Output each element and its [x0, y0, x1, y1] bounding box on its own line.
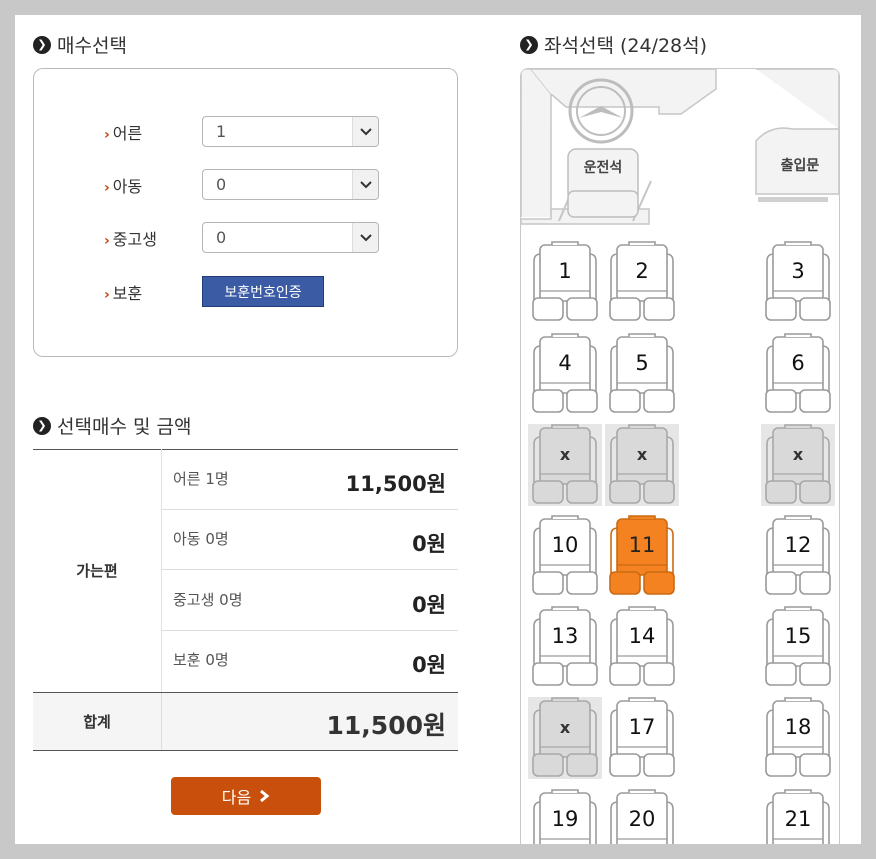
- adult-label: 어른: [112, 123, 143, 143]
- student-count-select[interactable]: 0: [202, 222, 379, 253]
- seat-number: 21: [784, 807, 812, 831]
- price-row-label: 아동 0명: [173, 530, 229, 548]
- seat-number: 13: [551, 624, 579, 648]
- seat[interactable]: 21: [761, 789, 835, 844]
- arrow-icon: ›: [104, 232, 110, 249]
- arrow-icon: ›: [104, 286, 110, 303]
- price-row-label: 어른 1명: [173, 470, 229, 488]
- total-row: 합계 11,500원: [33, 692, 458, 751]
- seat[interactable]: 1: [528, 241, 602, 323]
- summary-heading: ❯ 선택매수 및 금액: [33, 412, 191, 439]
- veteran-auth-button[interactable]: 보훈번호인증: [202, 276, 324, 307]
- seat-select-title: 좌석선택 (24/28석): [544, 35, 708, 57]
- next-button[interactable]: 다음: [171, 777, 321, 815]
- child-count-select[interactable]: 0: [202, 169, 379, 200]
- ticket-count-heading: ❯ 매수선택: [33, 31, 127, 58]
- seat-number: 15: [784, 624, 812, 648]
- ticket-count-title: 매수선택: [57, 35, 127, 57]
- seat[interactable]: 17: [605, 697, 679, 779]
- price-row: 아동 0명 0원: [161, 510, 458, 570]
- total-amount: 11,500원: [326, 711, 446, 740]
- seat-map: 운전석 출입문 1 2 3 4 5 6 x x x 10 11 12 13 14 15 x 17 18 19 20 21: [520, 68, 840, 844]
- seat[interactable]: 15: [761, 606, 835, 688]
- chevron-down-icon: [352, 223, 378, 252]
- chevron-down-icon: [352, 170, 378, 199]
- direction-label: 가는편: [33, 449, 162, 692]
- seat[interactable]: 20: [605, 789, 679, 844]
- seat-number: 4: [558, 351, 572, 375]
- adult-count-value: 1: [216, 122, 227, 141]
- door-label: 출입문: [780, 158, 820, 174]
- price-row: 어른 1명 11,500원: [161, 450, 458, 510]
- seat[interactable]: 3: [761, 241, 835, 323]
- seat[interactable]: 4: [528, 333, 602, 415]
- seat-number: 12: [784, 533, 812, 557]
- seat-number: x: [792, 444, 804, 464]
- seat-number: 1: [558, 259, 572, 283]
- seat-number: 10: [551, 533, 579, 557]
- adult-count-select[interactable]: 1: [202, 116, 379, 147]
- seat-sold: x: [761, 424, 835, 506]
- seat[interactable]: 13: [528, 606, 602, 688]
- seat-sold: x: [528, 697, 602, 779]
- seat-sold: x: [528, 424, 602, 506]
- seat-selected[interactable]: 11: [605, 515, 679, 597]
- ticket-count-box: › 어른 1 › 아동 0 › 중고생 0 › 보훈 보훈번호인증: [33, 68, 458, 357]
- seat[interactable]: 14: [605, 606, 679, 688]
- child-row: › 아동 0: [104, 169, 379, 200]
- seat-number: x: [559, 717, 571, 737]
- price-row: 중고생 0명 0원: [161, 571, 458, 631]
- arrow-icon: ›: [104, 179, 110, 196]
- chevron-right-icon: [260, 789, 270, 803]
- veteran-label: 보훈: [112, 283, 143, 303]
- total-label: 합계: [33, 693, 162, 750]
- driver-seat-label: 운전석: [583, 160, 623, 176]
- price-row-amount: 11,500원: [345, 472, 446, 496]
- student-count-value: 0: [216, 228, 227, 247]
- seat[interactable]: 10: [528, 515, 602, 597]
- seat-number: 3: [791, 259, 805, 283]
- seat-number: 5: [635, 351, 649, 375]
- price-row-label: 중고생 0명: [173, 591, 243, 609]
- chevron-right-icon: ❯: [520, 35, 538, 54]
- price-row: 보훈 0명 0원: [161, 631, 458, 691]
- seat-number: x: [636, 444, 648, 464]
- seat-number: 6: [791, 351, 805, 375]
- bus-front-outline: [521, 69, 839, 225]
- seat-number: x: [559, 444, 571, 464]
- seat[interactable]: 19: [528, 789, 602, 844]
- seat[interactable]: 2: [605, 241, 679, 323]
- chevron-right-icon: ❯: [33, 35, 51, 54]
- child-count-value: 0: [216, 175, 227, 194]
- price-row-label: 보훈 0명: [173, 651, 229, 669]
- seat-number: 18: [784, 715, 812, 739]
- seat-number: 11: [628, 533, 656, 557]
- seat-number: 20: [628, 807, 656, 831]
- seat[interactable]: 18: [761, 697, 835, 779]
- chevron-down-icon: [352, 117, 378, 146]
- price-row-amount: 0원: [412, 532, 446, 556]
- seat[interactable]: 6: [761, 333, 835, 415]
- seat-sold: x: [605, 424, 679, 506]
- student-label: 중고생: [112, 229, 157, 249]
- next-button-label: 다음: [221, 788, 252, 807]
- adult-row: › 어른 1: [104, 116, 379, 147]
- seat[interactable]: 5: [605, 333, 679, 415]
- arrow-icon: ›: [104, 126, 110, 143]
- child-label: 아동: [112, 176, 143, 196]
- seat-number: 14: [628, 624, 656, 648]
- summary-title: 선택매수 및 금액: [57, 416, 192, 438]
- price-row-amount: 0원: [412, 593, 446, 617]
- chevron-right-icon: ❯: [33, 416, 51, 435]
- student-row: › 중고생 0: [104, 222, 379, 253]
- price-row-amount: 0원: [412, 653, 446, 677]
- seat-select-heading: ❯ 좌석선택 (24/28석): [520, 31, 707, 58]
- seat-number: 17: [628, 715, 656, 739]
- seat[interactable]: 12: [761, 515, 835, 597]
- seat-number: 2: [635, 259, 649, 283]
- seat-number: 19: [551, 807, 579, 831]
- booking-panel: ❯ 매수선택 › 어른 1 › 아동 0 › 중고생 0 › 보훈 보훈번호인증…: [15, 15, 861, 844]
- veteran-row: › 보훈 보훈번호인증: [104, 276, 324, 307]
